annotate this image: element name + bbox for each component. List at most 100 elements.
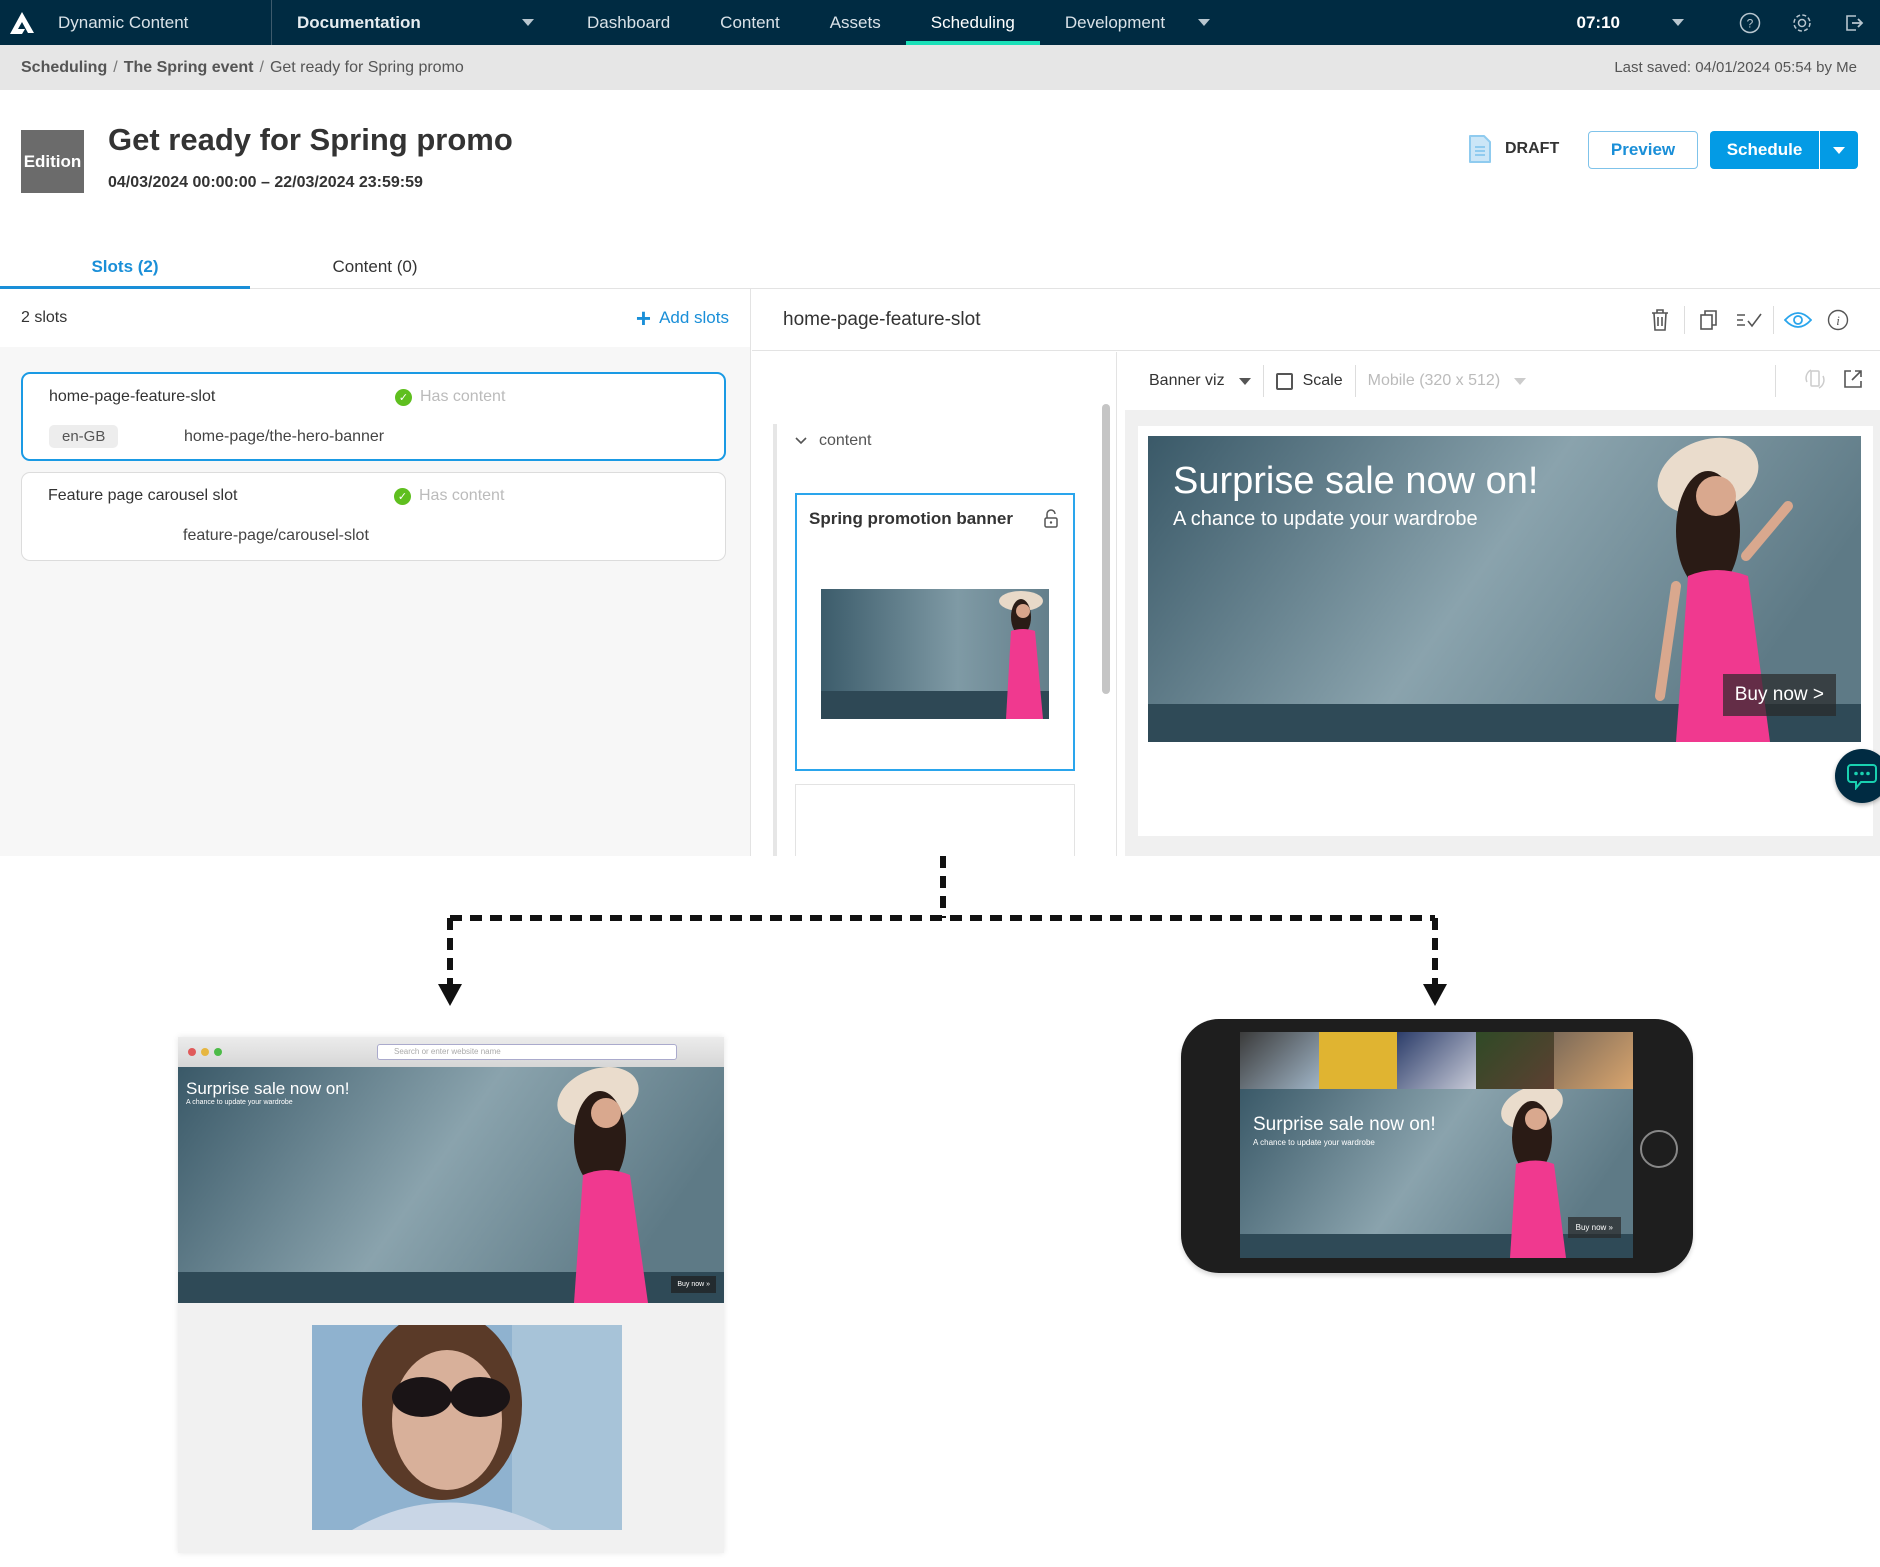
slot-delivery-key: feature-page/carousel-slot xyxy=(183,527,369,544)
thumbnail xyxy=(1475,1032,1555,1089)
hero-banner: Surprise sale now on! A chance to update… xyxy=(1148,436,1861,742)
validate-icon[interactable] xyxy=(1729,311,1769,329)
carousel-image xyxy=(312,1325,622,1530)
phone-banner-headline: Surprise sale now on! xyxy=(1253,1114,1436,1135)
desktop-banner-subhead: A chance to update your wardrobe xyxy=(186,1099,293,1106)
nav-label: Development xyxy=(1064,12,1166,32)
preview-eye-icon[interactable] xyxy=(1778,311,1818,329)
toolbar-separator xyxy=(1684,305,1685,334)
visualization-frame: Surprise sale now on! A chance to update… xyxy=(1138,426,1873,836)
visualization-select-value: Banner viz xyxy=(1149,372,1225,389)
edition-badge: Edition xyxy=(21,130,84,193)
tree-node-content[interactable]: content xyxy=(795,432,871,450)
phone-home-button xyxy=(1640,1130,1678,1168)
content-item-card[interactable]: Spring promotion banner xyxy=(795,493,1075,771)
toolbar-separator xyxy=(1775,365,1776,397)
toolbar-separator xyxy=(1354,365,1356,397)
chat-bubble-icon xyxy=(1847,764,1877,790)
scale-label: Scale xyxy=(1302,372,1343,389)
tab-bar: Slots (2) Content (0) xyxy=(0,245,1880,289)
arrow-right-icon xyxy=(1423,984,1447,1006)
timezone-chevron-icon[interactable] xyxy=(1672,19,1684,26)
slot-card[interactable]: Feature page carousel slot ✓ Has content… xyxy=(21,472,726,561)
thumbnail xyxy=(1318,1032,1398,1089)
scrollbar[interactable] xyxy=(1102,404,1110,694)
slot-status-label: Has content xyxy=(420,388,506,405)
breadcrumb-scheduling[interactable]: Scheduling xyxy=(21,59,107,77)
hub-selector[interactable]: Documentation xyxy=(272,13,562,33)
amplience-logo-icon[interactable] xyxy=(0,0,44,45)
content-tree: content Spring promotion banner xyxy=(752,352,1117,856)
phone-buy-now-button: Buy now » xyxy=(1567,1217,1621,1238)
content-item-title: Spring promotion banner xyxy=(809,509,1013,528)
locale-badge: en-GB xyxy=(49,425,119,448)
nav-assets[interactable]: Assets xyxy=(805,0,906,45)
slot-status-label: Has content xyxy=(419,487,505,504)
arrow-left-icon xyxy=(438,984,462,1006)
chat-button[interactable] xyxy=(1835,749,1880,803)
open-external-icon[interactable] xyxy=(1842,368,1864,395)
logout-icon[interactable] xyxy=(1828,12,1880,34)
development-menu-chevron-icon[interactable] xyxy=(1198,19,1211,26)
status-label: DRAFT xyxy=(1505,140,1560,157)
rotate-device-icon[interactable] xyxy=(1802,366,1828,397)
schedule-options-button[interactable] xyxy=(1820,131,1858,169)
breadcrumb-event[interactable]: The Spring event xyxy=(124,59,254,77)
slot-card[interactable]: home-page-feature-slot ✓ Has content en-… xyxy=(21,372,726,461)
device-select[interactable]: Mobile (320 x 512) xyxy=(1368,372,1527,390)
tree-rail xyxy=(773,424,777,856)
nav-scheduling[interactable]: Scheduling xyxy=(905,0,1041,45)
delete-icon[interactable] xyxy=(1640,308,1680,332)
chevron-down-icon xyxy=(1514,377,1527,385)
desktop-banner-headline: Surprise sale now on! xyxy=(186,1079,350,1098)
carousel-thumbnails xyxy=(1240,1032,1633,1089)
content-item-placeholder[interactable] xyxy=(795,784,1075,856)
unlock-icon[interactable] xyxy=(1043,509,1059,534)
nav-label: Content xyxy=(720,12,780,32)
slot-status: ✓ Has content xyxy=(394,487,504,505)
thumbnail xyxy=(1397,1032,1476,1089)
slot-detail-title: home-page-feature-slot xyxy=(783,308,981,330)
buy-now-button[interactable]: Buy now > xyxy=(1722,674,1836,716)
nav-development[interactable]: Development xyxy=(1040,0,1190,45)
scale-checkbox[interactable] xyxy=(1275,372,1293,390)
banner-thumbnail xyxy=(821,589,1049,719)
last-saved: Last saved: 04/01/2024 05:54 by Me xyxy=(1614,59,1857,76)
add-slots-button[interactable]: + Add slots xyxy=(636,305,729,331)
tab-content[interactable]: Content (0) xyxy=(250,245,500,288)
device-select-value: Mobile (320 x 512) xyxy=(1367,372,1501,389)
breadcrumb-separator: / xyxy=(113,58,118,76)
chevron-down-icon xyxy=(1238,377,1251,385)
svg-text:?: ? xyxy=(1747,16,1754,30)
desktop-banner: Surprise sale now on! A chance to update… xyxy=(178,1067,724,1303)
schedule-button[interactable]: Schedule xyxy=(1710,131,1820,169)
preview-button[interactable]: Preview xyxy=(1588,131,1698,169)
tab-slots[interactable]: Slots (2) xyxy=(0,245,250,289)
settings-icon[interactable] xyxy=(1776,12,1828,34)
slot-count: 2 slots xyxy=(21,309,68,326)
document-icon xyxy=(1469,135,1491,163)
info-icon[interactable]: i xyxy=(1818,309,1858,331)
banner-headline: Surprise sale now on! xyxy=(1173,460,1539,502)
slot-detail-panel: home-page-feature-slot i content Spring … xyxy=(752,289,1880,856)
slot-name: Feature page carousel slot xyxy=(48,487,238,504)
slot-status: ✓ Has content xyxy=(395,388,505,406)
desktop-preview-mockup: Search or enter website name Surprise sa… xyxy=(178,1037,724,1553)
flow-connector xyxy=(438,856,1447,1006)
banner-subhead: A chance to update your wardrobe xyxy=(1173,508,1478,530)
chevron-down-icon xyxy=(1833,146,1845,154)
help-icon[interactable]: ? xyxy=(1724,12,1776,34)
visualization-stage: Surprise sale now on! A chance to update… xyxy=(1125,410,1880,856)
nav-dashboard[interactable]: Dashboard xyxy=(562,0,695,45)
nav-content[interactable]: Content xyxy=(695,0,805,45)
mobile-preview-mockup: Surprise sale now on! A chance to update… xyxy=(1181,1019,1693,1273)
nav-label: Scheduling xyxy=(930,12,1015,32)
browser-toolbar: Search or enter website name xyxy=(178,1037,724,1067)
copy-icon[interactable] xyxy=(1689,309,1729,331)
breadcrumb: Scheduling / The Spring event / Get read… xyxy=(0,45,1880,90)
app-title: Dynamic Content xyxy=(58,12,189,32)
visualization-pane: Banner viz Scale Mobile (320 x 512) Surp… xyxy=(1118,352,1880,856)
top-nav: Dynamic Content Documentation Dashboard … xyxy=(0,0,1880,45)
tree-node-label: content xyxy=(819,432,872,449)
visualization-select[interactable]: Banner viz xyxy=(1149,372,1251,390)
